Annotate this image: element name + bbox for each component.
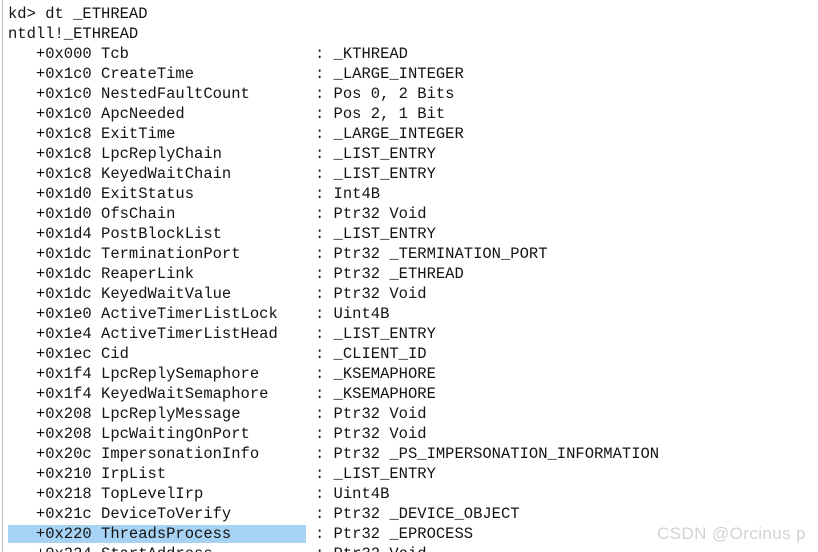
field-offset-and-name: +0x000 Tcb bbox=[8, 45, 306, 63]
struct-field-row[interactable]: +0x21c DeviceToVerify : Ptr32 _DEVICE_OB… bbox=[8, 504, 818, 524]
struct-field-row[interactable]: +0x1ec Cid : _CLIENT_ID bbox=[8, 344, 818, 364]
field-type: : _LIST_ENTRY bbox=[305, 145, 436, 163]
field-offset-and-name: +0x20c ImpersonationInfo bbox=[8, 445, 306, 463]
field-offset-and-name: +0x208 LpcReplyMessage bbox=[8, 405, 306, 423]
field-offset-and-name: +0x1c8 LpcReplyChain bbox=[8, 145, 306, 163]
field-offset-and-name: +0x1f4 LpcReplySemaphore bbox=[8, 365, 306, 383]
field-type: : _LARGE_INTEGER bbox=[305, 125, 464, 143]
struct-field-row[interactable]: +0x1d0 OfsChain : Ptr32 Void bbox=[8, 204, 818, 224]
field-offset-and-name: +0x1c0 ApcNeeded bbox=[8, 105, 306, 123]
struct-field-row[interactable]: +0x1d4 PostBlockList : _LIST_ENTRY bbox=[8, 224, 818, 244]
field-offset-and-name: +0x218 TopLevelIrp bbox=[8, 485, 306, 503]
field-offset-and-name: +0x1f4 KeyedWaitSemaphore bbox=[8, 385, 306, 403]
field-offset-and-name: +0x1ec Cid bbox=[8, 345, 306, 363]
struct-field-row[interactable]: +0x1c0 NestedFaultCount : Pos 0, 2 Bits bbox=[8, 84, 818, 104]
console-output-pane[interactable]: kd> dt _ETHREAD ntdll!_ETHREAD +0x000 Tc… bbox=[0, 0, 818, 552]
field-type: : _LIST_ENTRY bbox=[305, 465, 436, 483]
field-type: : Ptr32 _PS_IMPERSONATION_INFORMATION bbox=[305, 445, 660, 463]
field-type: : _LIST_ENTRY bbox=[305, 225, 436, 243]
csdn-watermark: CSDN @Orcinus p bbox=[657, 524, 806, 543]
field-offset-and-name: +0x1c0 NestedFaultCount bbox=[8, 85, 306, 103]
field-offset-and-name: +0x1c8 KeyedWaitChain bbox=[8, 165, 306, 183]
windbg-command-output-screen: kd> dt _ETHREAD ntdll!_ETHREAD +0x000 Tc… bbox=[0, 0, 818, 552]
field-offset-and-name: +0x1dc KeyedWaitValue bbox=[8, 285, 306, 303]
struct-field-row[interactable]: +0x1c0 CreateTime : _LARGE_INTEGER bbox=[8, 64, 818, 84]
field-type: : Pos 2, 1 Bit bbox=[305, 105, 446, 123]
struct-field-row[interactable]: +0x1dc TerminationPort : Ptr32 _TERMINAT… bbox=[8, 244, 818, 264]
field-type: : _CLIENT_ID bbox=[305, 345, 427, 363]
struct-field-row[interactable]: +0x218 TopLevelIrp : Uint4B bbox=[8, 484, 818, 504]
field-offset-and-name: +0x1dc TerminationPort bbox=[8, 245, 306, 263]
field-offset-and-name: +0x21c DeviceToVerify bbox=[8, 505, 306, 523]
field-offset-and-name: +0x210 IrpList bbox=[8, 465, 306, 483]
struct-field-list: +0x000 Tcb : _KTHREAD +0x1c0 CreateTime … bbox=[8, 44, 818, 552]
struct-field-row[interactable]: +0x1c8 KeyedWaitChain : _LIST_ENTRY bbox=[8, 164, 818, 184]
field-type: : _KSEMAPHORE bbox=[305, 365, 436, 383]
struct-field-row[interactable]: +0x1dc KeyedWaitValue : Ptr32 Void bbox=[8, 284, 818, 304]
field-offset-and-name: +0x220 ThreadsProcess bbox=[8, 525, 306, 543]
field-type: : _LIST_ENTRY bbox=[305, 325, 436, 343]
command-prompt-line: kd> dt _ETHREAD bbox=[8, 5, 148, 23]
struct-field-row[interactable]: +0x208 LpcWaitingOnPort : Ptr32 Void bbox=[8, 424, 818, 444]
struct-field-row[interactable]: +0x1e4 ActiveTimerListHead : _LIST_ENTRY bbox=[8, 324, 818, 344]
struct-field-row[interactable]: +0x1c8 ExitTime : _LARGE_INTEGER bbox=[8, 124, 818, 144]
field-offset-and-name: +0x1dc ReaperLink bbox=[8, 265, 306, 283]
field-offset-and-name: +0x1d0 ExitStatus bbox=[8, 185, 306, 203]
struct-field-row[interactable]: +0x1d0 ExitStatus : Int4B bbox=[8, 184, 818, 204]
field-type: : Ptr32 _TERMINATION_PORT bbox=[305, 245, 548, 263]
field-type: : _LARGE_INTEGER bbox=[305, 65, 464, 83]
field-offset-and-name: +0x1c8 ExitTime bbox=[8, 125, 306, 143]
field-type: : Ptr32 Void bbox=[306, 545, 427, 552]
field-type: : Ptr32 Void bbox=[305, 405, 427, 423]
struct-field-row[interactable]: +0x1f4 LpcReplySemaphore : _KSEMAPHORE bbox=[8, 364, 818, 384]
struct-field-row[interactable]: +0x1c8 LpcReplyChain : _LIST_ENTRY bbox=[8, 144, 818, 164]
field-type: : Ptr32 Void bbox=[305, 285, 427, 303]
field-type: : Ptr32 _ETHREAD bbox=[305, 265, 464, 283]
field-type: : Uint4B bbox=[305, 485, 390, 503]
field-type: : Ptr32 _DEVICE_OBJECT bbox=[305, 505, 520, 523]
field-offset-and-name: +0x224 StartAddress bbox=[8, 545, 306, 552]
field-type: : _LIST_ENTRY bbox=[305, 165, 436, 183]
struct-field-row[interactable]: +0x1c0 ApcNeeded : Pos 2, 1 Bit bbox=[8, 104, 818, 124]
field-type: : Ptr32 Void bbox=[305, 205, 427, 223]
field-type: : Ptr32 _EPROCESS bbox=[305, 525, 474, 543]
field-offset-and-name: +0x208 LpcWaitingOnPort bbox=[8, 425, 306, 443]
struct-field-row[interactable]: +0x20c ImpersonationInfo : Ptr32 _PS_IMP… bbox=[8, 444, 818, 464]
field-offset-and-name: +0x1e4 ActiveTimerListHead bbox=[8, 325, 306, 343]
field-offset-and-name: +0x1c0 CreateTime bbox=[8, 65, 306, 83]
field-type: : _KTHREAD bbox=[305, 45, 408, 63]
struct-field-row[interactable]: +0x208 LpcReplyMessage : Ptr32 Void bbox=[8, 404, 818, 424]
field-type: : _KSEMAPHORE bbox=[305, 385, 436, 403]
struct-field-row[interactable]: +0x1f4 KeyedWaitSemaphore : _KSEMAPHORE bbox=[8, 384, 818, 404]
field-offset-and-name: +0x1e0 ActiveTimerListLock bbox=[8, 305, 306, 323]
field-type: : Uint4B bbox=[305, 305, 390, 323]
field-offset-and-name: +0x1d0 OfsChain bbox=[8, 205, 306, 223]
field-type: : Int4B bbox=[305, 185, 381, 203]
symbol-header-line: ntdll!_ETHREAD bbox=[8, 25, 139, 43]
struct-field-row[interactable]: +0x1dc ReaperLink : Ptr32 _ETHREAD bbox=[8, 264, 818, 284]
struct-field-row[interactable]: +0x1e0 ActiveTimerListLock : Uint4B bbox=[8, 304, 818, 324]
struct-field-row[interactable]: +0x210 IrpList : _LIST_ENTRY bbox=[8, 464, 818, 484]
struct-field-row[interactable]: +0x224 StartAddress : Ptr32 Void bbox=[8, 544, 818, 552]
field-offset-and-name: +0x1d4 PostBlockList bbox=[8, 225, 306, 243]
field-type: : Pos 0, 2 Bits bbox=[305, 85, 455, 103]
struct-field-row[interactable]: +0x000 Tcb : _KTHREAD bbox=[8, 44, 818, 64]
field-type: : Ptr32 Void bbox=[305, 425, 427, 443]
